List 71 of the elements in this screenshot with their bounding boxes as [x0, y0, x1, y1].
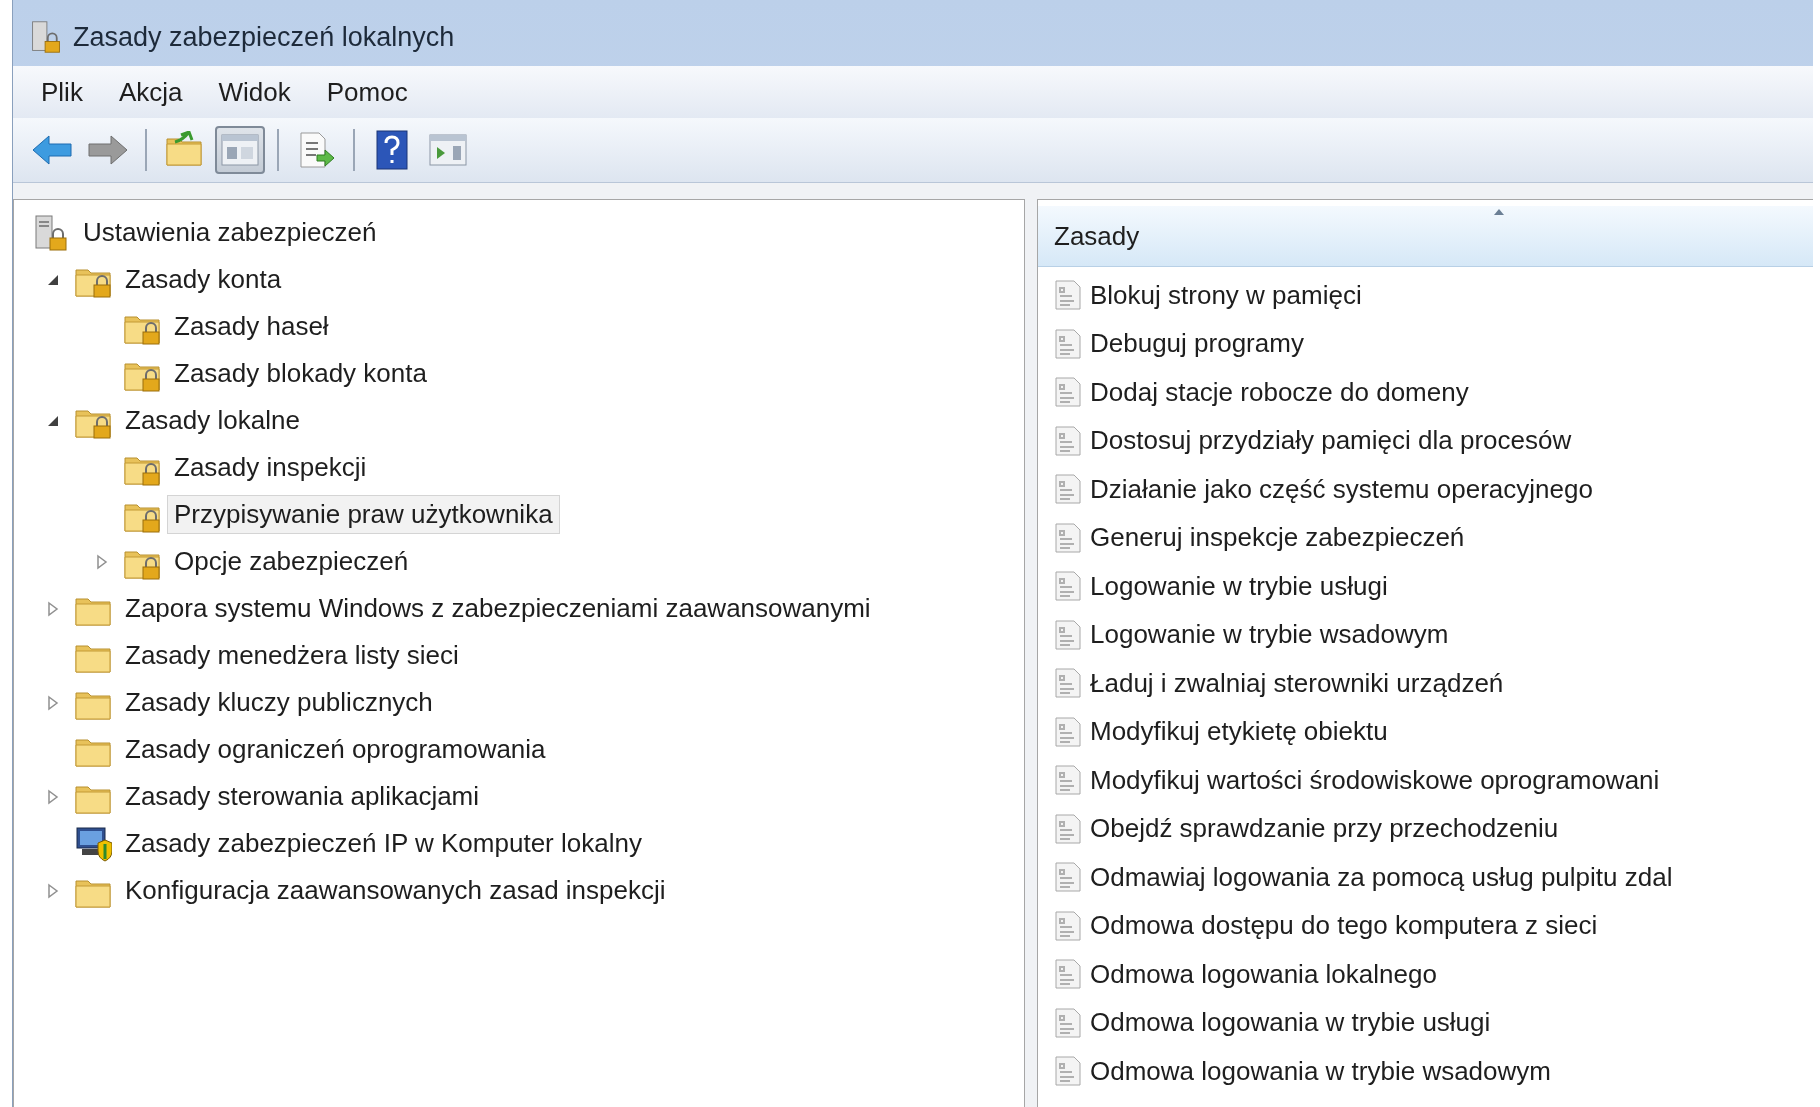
- export-list-icon: [297, 131, 335, 169]
- policy-item[interactable]: Działanie jako część systemu operacyjnego: [1090, 473, 1593, 505]
- computer-shield-icon: [74, 824, 112, 863]
- tree-item[interactable]: Zasady sterowania aplikacjami: [118, 777, 487, 816]
- tree-item[interactable]: Zapora systemu Windows z zabezpieczeniami zaawansowanymi: [118, 589, 878, 628]
- policy-item[interactable]: Odmowa logowania w trybie usługi: [1090, 1007, 1491, 1039]
- policy-item[interactable]: Modyfikuj etykietę obiektu: [1090, 716, 1388, 748]
- policy-item[interactable]: Odmawiaj logowania za pomocą usług pulpitu zdal: [1090, 861, 1673, 893]
- console-tree-icon: [221, 133, 259, 167]
- policy-icon: [1054, 716, 1082, 747]
- app-icon: [29, 20, 63, 54]
- policy-item[interactable]: Odmowa dostępu do tego komputera z sieci: [1090, 910, 1598, 942]
- policy-icon: [1054, 425, 1082, 456]
- policy-item[interactable]: Odmowa logowania lokalnego: [1090, 958, 1437, 990]
- policy-icon: [1054, 1007, 1082, 1038]
- collapsed-arrow-icon[interactable]: [96, 553, 108, 570]
- tree-item[interactable]: Przypisywanie praw użytkownika: [167, 495, 560, 534]
- policy-item[interactable]: Blokuj strony w pamięci: [1090, 279, 1362, 311]
- policy-icon: [1054, 813, 1082, 844]
- policy-item[interactable]: Obejdź sprawdzanie przy przechodzeniu: [1090, 813, 1559, 845]
- tree-item[interactable]: Konfiguracja zaawansowanych zasad inspekcji: [118, 871, 673, 910]
- policy-item[interactable]: Ładuj i zwalniaj sterowniki urządzeń: [1090, 667, 1504, 699]
- tree-item[interactable]: Zasady menedżera listy sieci: [118, 636, 466, 675]
- menu-item[interactable]: Akcja: [106, 72, 195, 112]
- collapsed-arrow-icon[interactable]: [47, 882, 59, 899]
- tree-item[interactable]: Zasady blokady konta: [167, 354, 434, 393]
- forward-arrow-icon: [87, 133, 129, 167]
- policy-icon: [1054, 571, 1082, 602]
- action-pane-icon: [429, 133, 467, 167]
- back-arrow-icon: [31, 133, 73, 167]
- tree-item[interactable]: Zasady kluczy publicznych: [118, 683, 440, 722]
- tree-item[interactable]: Opcje zabezpieczeń: [167, 542, 416, 581]
- column-header[interactable]: Zasady: [1038, 206, 1813, 267]
- policy-icon: [1054, 280, 1082, 311]
- policy-item[interactable]: Logowanie w trybie usługi: [1090, 570, 1388, 602]
- policy-icon: [1054, 328, 1082, 359]
- policy-icon: [1054, 474, 1082, 505]
- tree-item[interactable]: Zasady inspekcji: [167, 448, 374, 487]
- policy-item[interactable]: Generuj inspekcje zabezpieczeń: [1090, 522, 1465, 554]
- tree-item[interactable]: Ustawienia zabezpieczeń: [76, 213, 384, 252]
- collapsed-arrow-icon[interactable]: [47, 600, 59, 617]
- policy-icon: [1054, 619, 1082, 650]
- menu-item[interactable]: Plik: [29, 72, 95, 112]
- policy-icon: [1054, 522, 1082, 553]
- policy-icon: [1054, 910, 1082, 941]
- policy-icon: [1054, 959, 1082, 990]
- collapsed-arrow-icon[interactable]: [47, 694, 59, 711]
- folder-up-icon: [165, 131, 203, 169]
- menu-item[interactable]: Pomoc: [314, 72, 420, 112]
- tree-item[interactable]: Zasady zabezpieczeń IP w Komputer lokalny: [118, 824, 649, 863]
- policy-item[interactable]: Logowanie w trybie wsadowym: [1090, 619, 1449, 651]
- policy-icon: [1054, 1056, 1082, 1087]
- policy-icon: [1054, 765, 1082, 796]
- policy-item[interactable]: Dodaj stacje robocze do domeny: [1090, 376, 1469, 408]
- column-header-label: Zasady: [1054, 220, 1140, 252]
- policy-item[interactable]: Dostosuj przydziały pamięci dla procesów: [1090, 425, 1572, 457]
- policy-item[interactable]: Debuguj programy: [1090, 328, 1304, 360]
- tree-item[interactable]: Zasady lokalne: [118, 401, 307, 440]
- policy-icon: [1054, 862, 1082, 893]
- policy-item[interactable]: Modyfikuj wartości środowiskowe oprogramowani: [1090, 764, 1660, 796]
- tree-item[interactable]: Zasady ograniczeń oprogramowania: [118, 730, 553, 769]
- tree-item[interactable]: Zasady haseł: [167, 307, 336, 346]
- policy-icon: [1054, 377, 1082, 408]
- computer-lock-icon: [32, 213, 70, 252]
- help-icon: [375, 130, 409, 170]
- policy-item[interactable]: Odmowa logowania w trybie wsadowym: [1090, 1055, 1551, 1087]
- policy-icon: [1054, 668, 1082, 699]
- window-title: Zasady zabezpieczeń lokalnych: [73, 21, 455, 53]
- menu-item[interactable]: Widok: [206, 72, 303, 112]
- collapsed-arrow-icon[interactable]: [47, 788, 59, 805]
- tree-item[interactable]: Zasady konta: [118, 260, 289, 299]
